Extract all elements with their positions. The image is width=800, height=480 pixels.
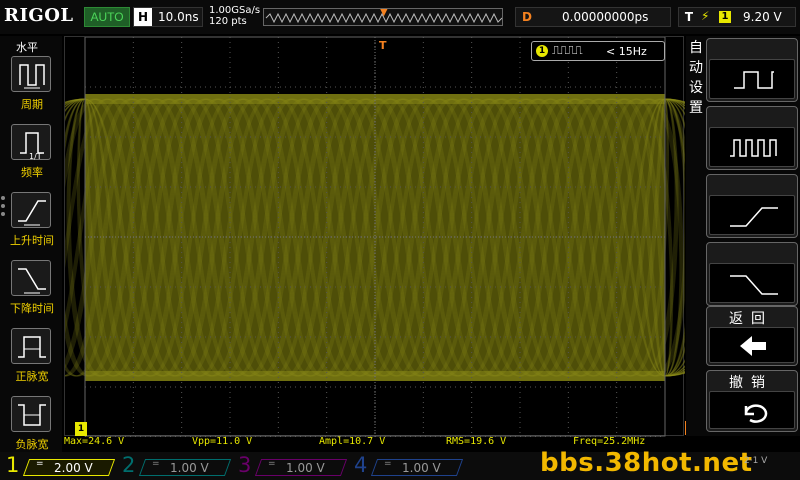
measure-negative-width-button[interactable]: 负脉宽 (6, 396, 58, 456)
ch3-number: 3 (238, 453, 252, 477)
timebase-value: 10.0ns (158, 10, 199, 24)
sample-info: 1.00GSa/s 120 pts (209, 5, 260, 27)
trigger-source: 1 (719, 11, 731, 23)
ch1-dc-coupling-icon: = (36, 459, 44, 469)
meas-ampl[interactable]: Ampl=10.7 V (319, 436, 385, 447)
memory-trigger-marker-icon: ▼ (380, 8, 388, 18)
back-label: 返回 (729, 311, 773, 327)
rising-edge-icon (730, 207, 778, 227)
trigger-position-marker-icon[interactable]: T (379, 39, 387, 52)
measure-menu-title: 水平 (16, 41, 38, 54)
positive-width-label: 正脉宽 (15, 370, 49, 383)
ch1-scale: 2.00 V (54, 461, 93, 475)
counter-value: < 15Hz (606, 45, 647, 58)
negative-width-icon (11, 396, 51, 432)
undo-label: 撤销 (729, 375, 773, 391)
horizontal-timebase-box[interactable]: H 10.0ns (133, 7, 203, 27)
ch4-scale: 1.00 V (402, 461, 441, 475)
ch2-dc-coupling-icon: = (152, 459, 160, 469)
frequency-icon: 1/T (11, 124, 51, 161)
measure-rise-time-button[interactable]: 上升时间 (6, 192, 58, 252)
waveform-canvas (65, 37, 685, 437)
page-indicator (1, 196, 5, 220)
measure-fall-time-button[interactable]: 下降时间 (6, 260, 58, 320)
ch3-dc-coupling-icon: = (268, 459, 276, 469)
meas-max[interactable]: Max=24.6 V (64, 436, 124, 447)
channel-3-box[interactable]: 3 = 1.00 V (234, 453, 350, 478)
channel-4-box[interactable]: 4 = 1.00 V (350, 453, 466, 478)
period-label: 周期 (21, 98, 43, 111)
autoset-title: 自 动 设 置 (689, 40, 703, 116)
period-icon (11, 56, 51, 92)
horizontal-tag: H (134, 8, 152, 26)
run-state-badge[interactable]: AUTO (84, 7, 130, 27)
undo-button[interactable]: 撤销 (706, 370, 798, 432)
multi-pulse-icon (730, 139, 777, 157)
meas-freq[interactable]: Freq=25.2MHz (573, 436, 645, 447)
rise-time-icon (11, 192, 51, 228)
autoset-menu: 自 动 设 置 返回 撤销 (686, 36, 800, 436)
counter-channel: 1 (536, 45, 548, 57)
ch4-dc-coupling-icon: = (384, 459, 392, 469)
falling-edge-icon (730, 275, 778, 295)
single-pulse-icon (734, 71, 774, 89)
autoset-rising-edge-button[interactable] (706, 174, 798, 238)
delay-value: 0.00000000ps (562, 10, 649, 24)
autoset-single-period-button[interactable] (706, 38, 798, 102)
memory-overview: ▼ (263, 8, 503, 26)
autoset-multi-period-button[interactable] (706, 106, 798, 170)
ch4-number: 4 (354, 453, 368, 477)
frequency-counter-readout: 1 ⎍⎍⎍⎍ < 15Hz (531, 41, 665, 61)
sample-rate: 1.00GSa/s (209, 5, 261, 16)
fall-time-label: 下降时间 (10, 302, 54, 315)
ch2-number: 2 (122, 453, 136, 477)
meas-vpp[interactable]: Vpp=11.0 V (192, 436, 252, 447)
measure-menu: 水平 周期 1/T 频率 上升时间 下降时间 正脉宽 负脉宽 (0, 36, 62, 452)
undo-icon (744, 404, 768, 423)
top-status-bar: RIGOL AUTO H 10.0ns 1.00GSa/s 120 pts ▼ … (0, 0, 800, 34)
back-button[interactable]: 返回 (706, 306, 798, 366)
measure-positive-width-button[interactable]: 正脉宽 (6, 328, 58, 388)
measure-period-button[interactable]: 周期 (6, 56, 58, 116)
ch2-scale: 1.00 V (170, 461, 209, 475)
waveform-display[interactable]: T 1 ⎍⎍⎍⎍ < 15Hz 1 T (64, 36, 697, 437)
meas-rms[interactable]: RMS=19.6 V (446, 436, 506, 447)
rise-time-label: 上升时间 (10, 234, 54, 247)
pulse-train-icon: ⎍⎍⎍⎍ (552, 43, 583, 57)
channel-1-box[interactable]: 1 = 2.00 V (2, 453, 118, 478)
rigol-logo: RIGOL (4, 5, 74, 26)
measure-frequency-button[interactable]: 1/T 频率 (6, 124, 58, 184)
ch1-ground-marker[interactable]: 1 (75, 422, 87, 436)
trigger-box[interactable]: T ⚡ 1 9.20 V (678, 7, 796, 27)
negative-width-label: 负脉宽 (15, 438, 49, 451)
trigger-tag: T (684, 10, 694, 24)
frequency-label: 频率 (21, 166, 43, 179)
channel-2-box[interactable]: 2 = 1.00 V (118, 453, 234, 478)
delay-tag: D (522, 10, 532, 24)
ch1-number: 1 (6, 453, 20, 477)
trigger-level: 9.20 V (743, 10, 782, 24)
autoset-falling-edge-button[interactable] (706, 242, 798, 306)
trigger-edge-icon: ⚡ (701, 9, 710, 23)
svg-text:1/T: 1/T (29, 152, 42, 161)
back-arrow-icon (740, 336, 766, 356)
memory-depth: 120 pts (209, 16, 247, 27)
fall-time-icon (11, 260, 51, 296)
delay-box[interactable]: D 0.00000000ps (515, 7, 671, 27)
ch3-scale: 1.00 V (286, 461, 325, 475)
watermark-small-text: 2·1 V (744, 456, 768, 466)
forum-watermark: bbs.38hot.net (540, 448, 753, 478)
positive-width-icon (11, 328, 51, 364)
